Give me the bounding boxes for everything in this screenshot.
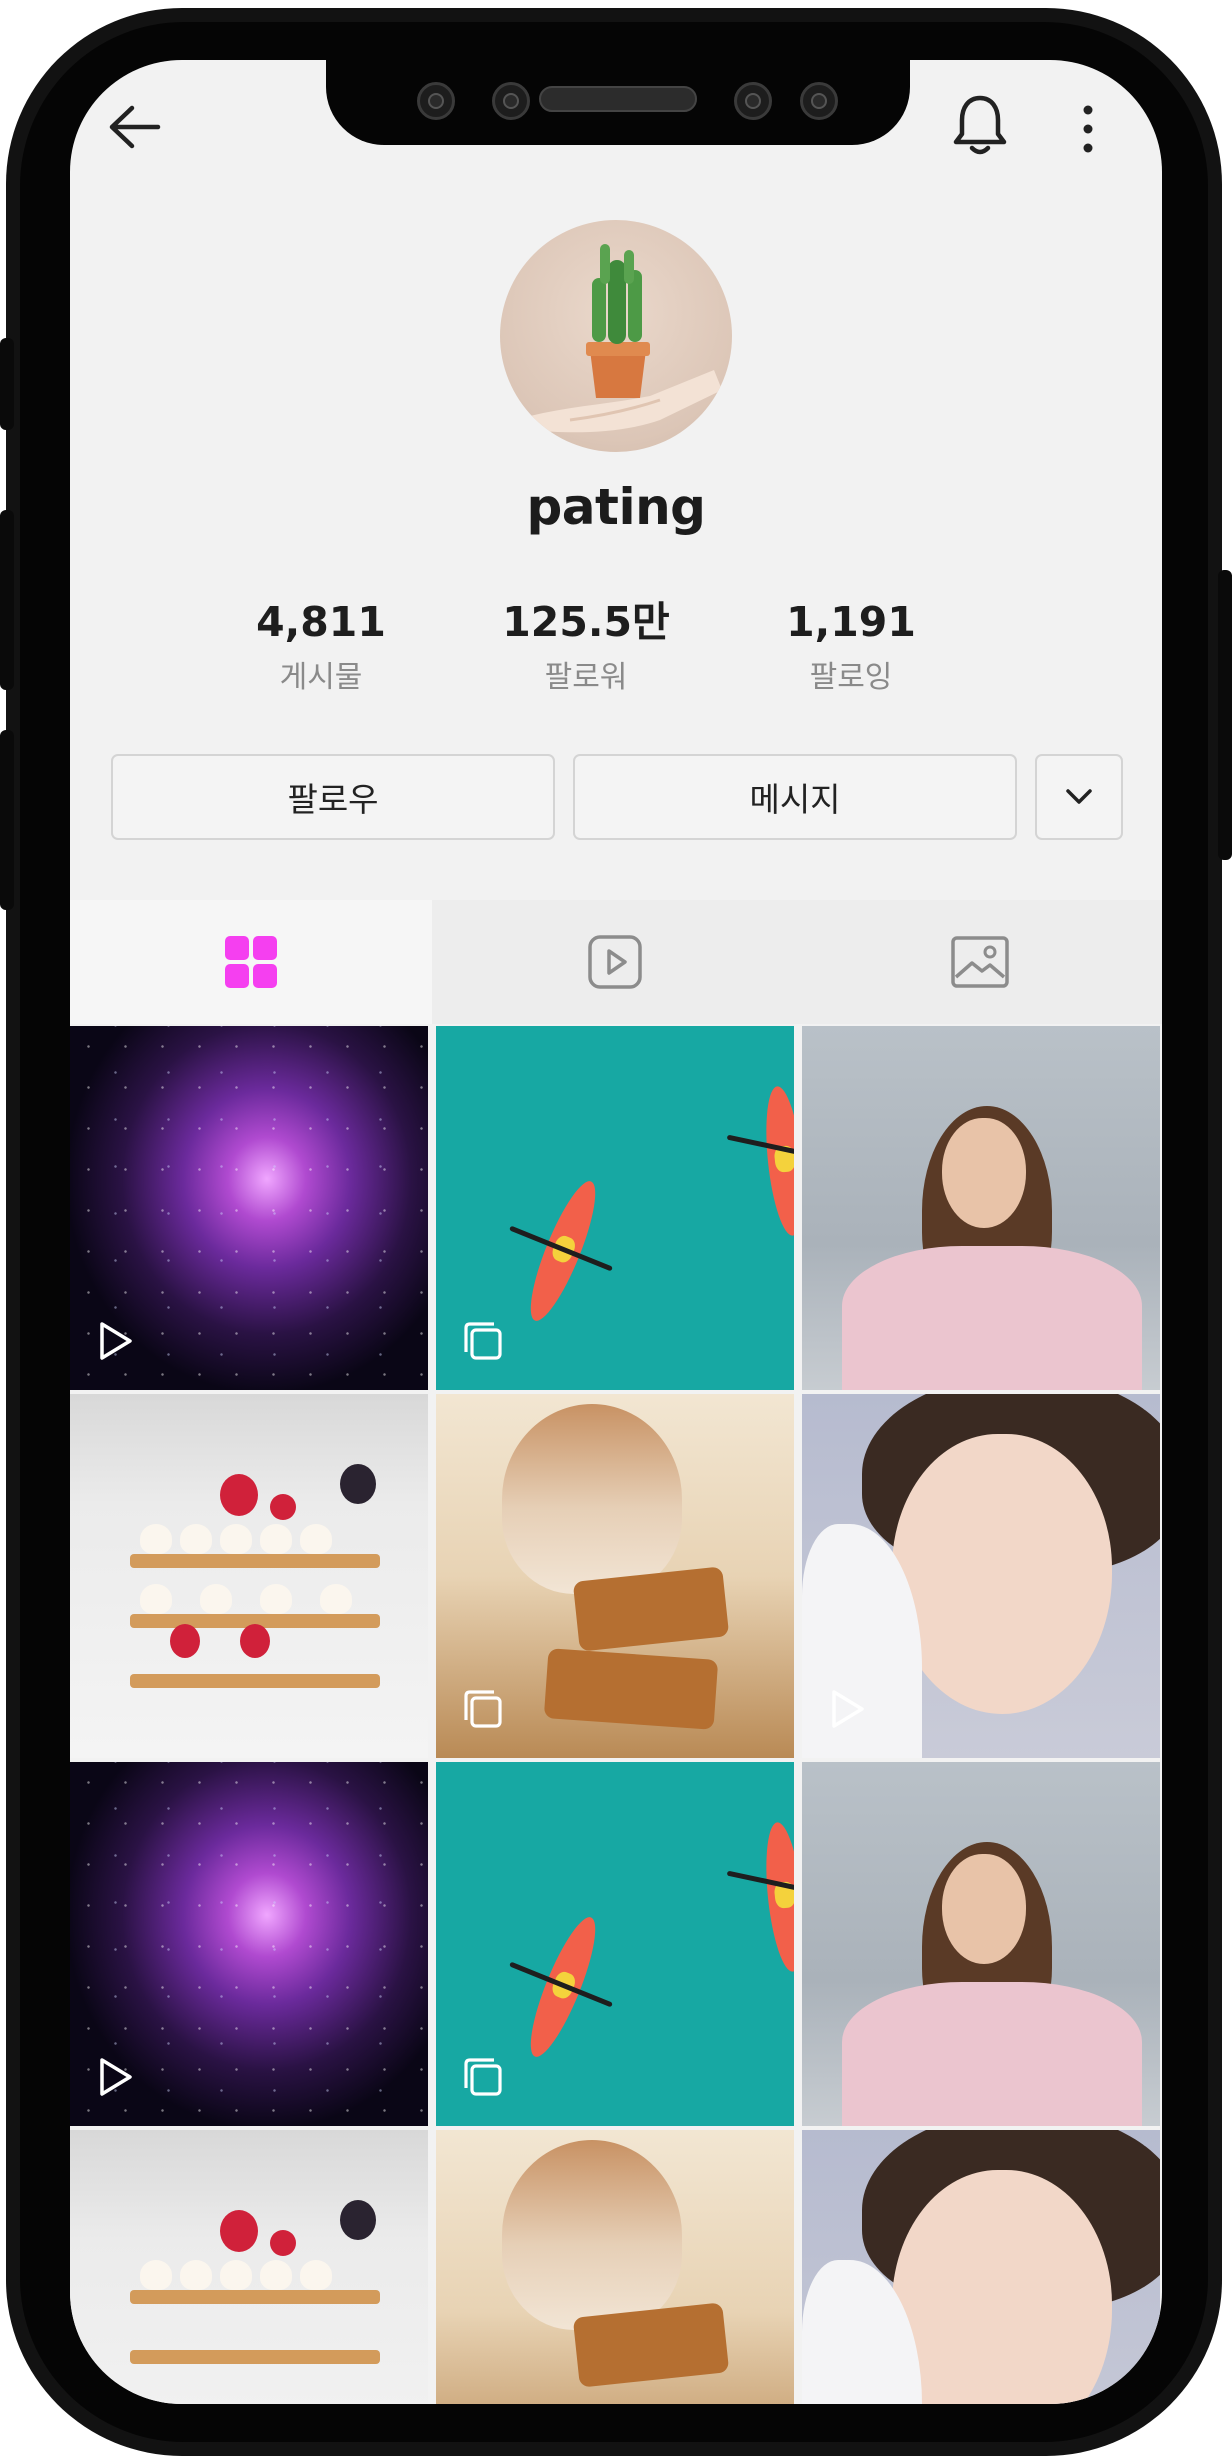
content-tabs (70, 900, 1162, 1024)
post-thumbnail-woman-portrait[interactable] (802, 1762, 1160, 2126)
post-thumbnail-nebula[interactable] (70, 1762, 428, 2126)
post-thumbnail-coffee[interactable] (436, 1394, 794, 1758)
stat-following-value: 1,191 (786, 598, 916, 646)
sensor-icon (417, 82, 455, 120)
silent-switch (0, 730, 14, 910)
stat-posts[interactable]: 4,811 게시물 (211, 594, 431, 700)
volume-up-button (0, 338, 14, 430)
suggestions-dropdown-button[interactable] (1035, 754, 1123, 840)
app-screen: pating 4,811 게시물 125.5만 팔로워 1,191 팔로잉 팔로… (70, 60, 1162, 2404)
multi-image-icon (462, 2056, 504, 2102)
play-icon (96, 2056, 136, 2102)
post-thumbnail-woman-closeup[interactable] (802, 1394, 1160, 1758)
follow-button[interactable]: 팔로우 (111, 754, 555, 840)
post-thumbnail-woman-portrait[interactable] (802, 1026, 1160, 1390)
stat-posts-label: 게시물 (279, 660, 363, 695)
stat-followers-value: 125.5만 (502, 598, 670, 646)
notification-bell-icon[interactable] (950, 90, 1010, 164)
image-icon (951, 936, 1009, 988)
post-thumbnail-kayak[interactable] (436, 1762, 794, 2126)
stat-following-label: 팔로잉 (809, 660, 893, 695)
more-options-icon[interactable] (1078, 104, 1098, 158)
post-thumbnail-coffee[interactable] (436, 2130, 794, 2404)
play-icon (828, 1688, 868, 1734)
multi-image-icon (462, 1688, 504, 1734)
grid-icon (225, 936, 277, 988)
post-thumbnail-nebula[interactable] (70, 1026, 428, 1390)
multi-image-icon (462, 1320, 504, 1366)
camera-notch (326, 60, 910, 145)
stat-posts-value: 4,811 (256, 598, 386, 646)
chevron-down-icon (1066, 789, 1092, 804)
tab-photos[interactable] (798, 900, 1162, 1024)
power-button (1218, 570, 1232, 860)
post-thumbnail-raspberry-cake[interactable] (70, 2130, 428, 2404)
video-play-icon (588, 935, 642, 989)
message-button[interactable]: 메시지 (573, 754, 1017, 840)
tab-posts[interactable] (70, 900, 432, 1024)
tab-videos[interactable] (432, 900, 798, 1024)
back-arrow-icon[interactable] (106, 102, 162, 156)
face-id-icon (800, 82, 838, 120)
stat-followers-label: 팔로워 (544, 660, 628, 695)
profile-username: pating (526, 478, 706, 536)
volume-down-button (0, 510, 14, 690)
post-thumbnail-woman-closeup[interactable] (802, 2130, 1160, 2404)
profile-avatar[interactable] (500, 220, 732, 452)
stat-followers[interactable]: 125.5만 팔로워 (476, 594, 696, 700)
sensor-icon (734, 82, 772, 120)
front-camera-icon (492, 82, 530, 120)
stat-following[interactable]: 1,191 팔로잉 (741, 594, 961, 700)
post-thumbnail-kayak[interactable] (436, 1026, 794, 1390)
play-icon (96, 1320, 136, 1366)
earpiece-speaker (539, 86, 697, 112)
post-thumbnail-raspberry-cake[interactable] (70, 1394, 428, 1758)
